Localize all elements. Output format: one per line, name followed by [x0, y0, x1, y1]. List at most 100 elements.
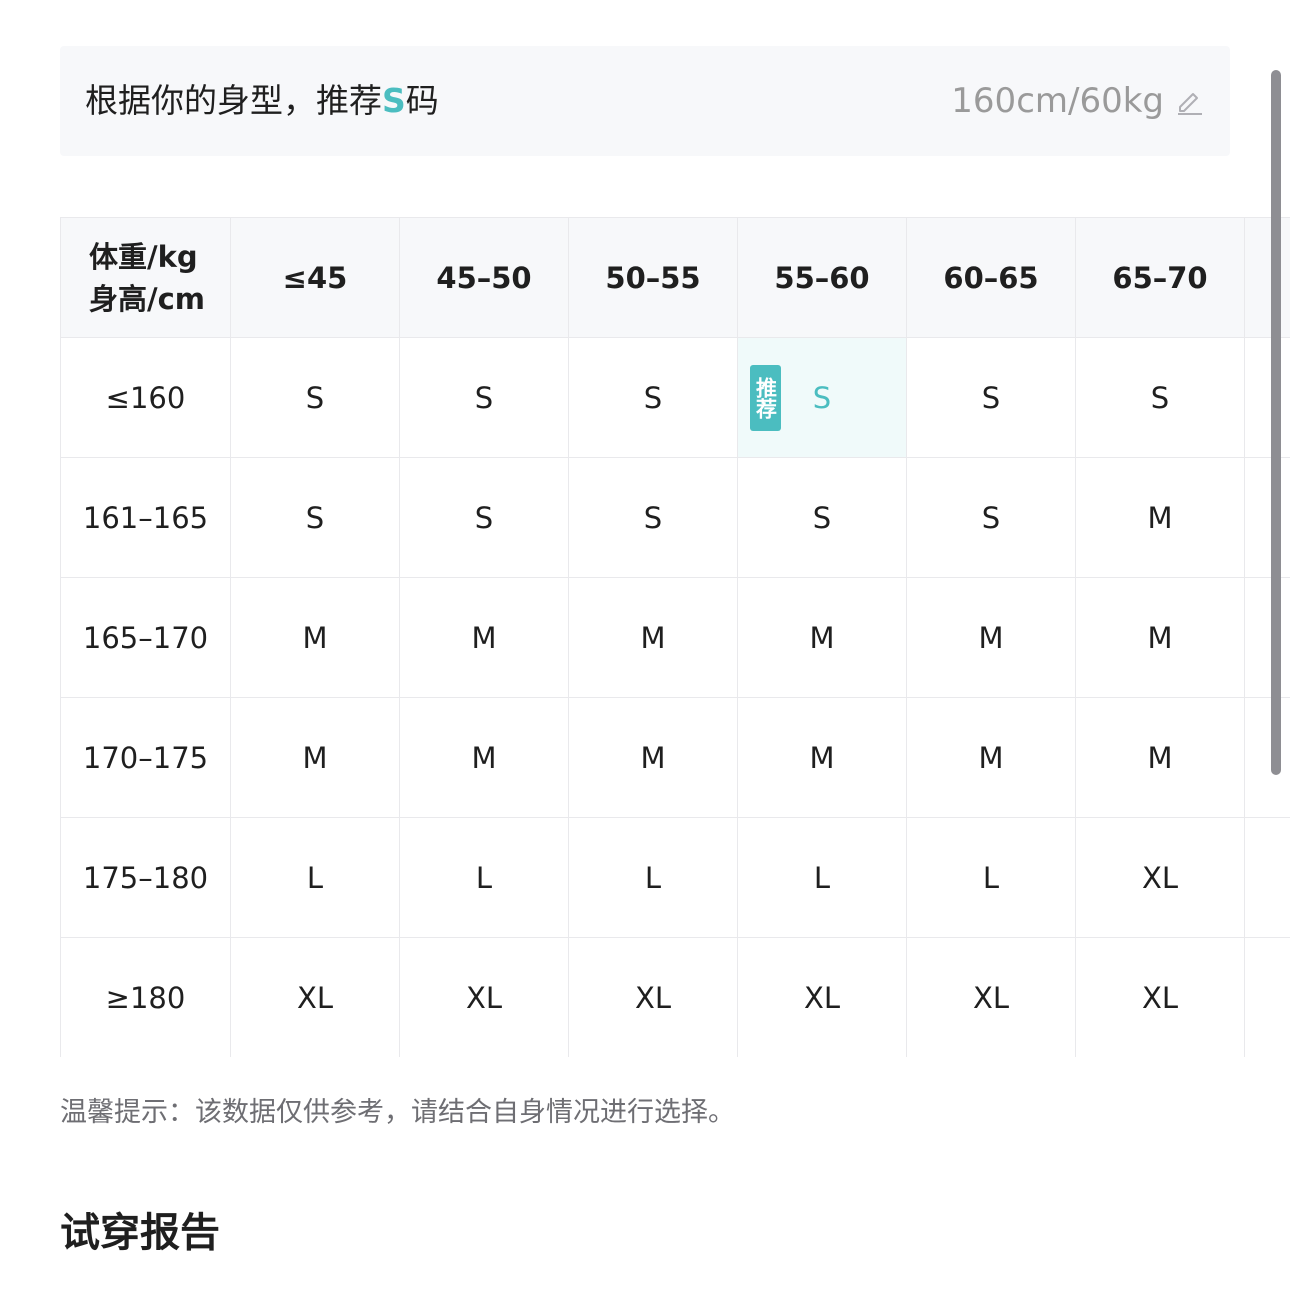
size-value: M	[1147, 620, 1173, 655]
size-cell: XL	[1076, 818, 1245, 938]
recommendation-suffix: 码	[405, 81, 439, 120]
weight-column-header: 45–50	[400, 218, 569, 338]
size-value: S	[812, 380, 832, 415]
size-cell: M	[738, 698, 907, 818]
size-value: XL	[972, 980, 1010, 1015]
recommended-badge: 推荐	[750, 365, 781, 431]
size-cell: L	[569, 818, 738, 938]
size-value: S	[1150, 380, 1170, 415]
pencil-icon[interactable]	[1174, 86, 1204, 116]
recommended-size-cell: 推荐 S	[738, 338, 907, 458]
size-cell: S	[400, 338, 569, 458]
size-value: M	[978, 620, 1004, 655]
size-cell: M	[400, 578, 569, 698]
size-value: M	[978, 740, 1004, 775]
size-cell: M	[1076, 458, 1245, 578]
size-cell: L	[907, 818, 1076, 938]
size-cell: M	[1076, 578, 1245, 698]
size-value: M	[471, 620, 497, 655]
weight-axis-label: 体重/kg	[89, 239, 198, 274]
size-value: XL	[465, 980, 503, 1015]
size-value: S	[981, 380, 1001, 415]
recommendation-text: 根据你的身型，推荐S码	[85, 46, 439, 156]
size-cell	[1245, 458, 1290, 578]
size-value: M	[640, 740, 666, 775]
size-cell	[1245, 338, 1290, 458]
weight-column-header: ≤45	[231, 218, 400, 338]
size-value: L	[982, 860, 1000, 895]
size-value: S	[305, 500, 325, 535]
height-row-header: ≤160	[61, 338, 231, 458]
size-value: L	[813, 860, 831, 895]
scrollbar[interactable]	[1271, 70, 1281, 775]
size-cell: S	[569, 338, 738, 458]
recommended-size: S	[382, 81, 406, 120]
size-cell: M	[907, 578, 1076, 698]
weight-column-header: 7	[1245, 218, 1290, 338]
size-value: XL	[803, 980, 841, 1015]
size-chart-viewport[interactable]: 体重/kg 身高/cm ≤4545–5050–5555–6060–6565–707 ≤…	[60, 217, 1290, 1057]
weight-column-header: 65–70	[1076, 218, 1245, 338]
tip-text: 温馨提示：该数据仅供参考，请结合自身情况进行选择。	[60, 1097, 735, 1128]
size-value: S	[474, 500, 494, 535]
size-value: M	[1147, 500, 1173, 535]
size-value: S	[474, 380, 494, 415]
size-cell: S	[231, 458, 400, 578]
size-cell: M	[231, 698, 400, 818]
size-cell: M	[569, 578, 738, 698]
size-cell: S	[569, 458, 738, 578]
size-value: XL	[1141, 860, 1179, 895]
size-cell: S	[907, 338, 1076, 458]
size-cell: S	[738, 458, 907, 578]
size-cell: M	[738, 578, 907, 698]
body-info-edit[interactable]: 160cm/60kg	[951, 46, 1204, 156]
size-cell: S	[1076, 338, 1245, 458]
size-cell: L	[738, 818, 907, 938]
size-value: M	[302, 740, 328, 775]
height-row-header: 165–170	[61, 578, 231, 698]
height-row-header: 170–175	[61, 698, 231, 818]
size-cell: M	[400, 698, 569, 818]
size-cell	[1245, 938, 1290, 1057]
size-value: L	[644, 860, 662, 895]
size-cell: M	[1076, 698, 1245, 818]
weight-column-header: 55–60	[738, 218, 907, 338]
size-value: XL	[634, 980, 672, 1015]
weight-column-header: 50–55	[569, 218, 738, 338]
size-value: S	[981, 500, 1001, 535]
size-value: XL	[296, 980, 334, 1015]
size-value: L	[306, 860, 324, 895]
size-value: M	[809, 740, 835, 775]
table-corner-header: 体重/kg 身高/cm	[61, 218, 231, 338]
size-cell: XL	[231, 938, 400, 1057]
size-cell: XL	[400, 938, 569, 1057]
recommendation-prefix: 根据你的身型，推荐	[85, 81, 382, 120]
size-value: M	[471, 740, 497, 775]
size-cell: S	[907, 458, 1076, 578]
size-value: S	[305, 380, 325, 415]
size-cell: XL	[569, 938, 738, 1057]
size-value: S	[643, 500, 663, 535]
size-value: M	[302, 620, 328, 655]
size-cell: L	[400, 818, 569, 938]
size-cell	[1245, 818, 1290, 938]
size-cell: M	[231, 578, 400, 698]
size-cell: S	[231, 338, 400, 458]
recommendation-banner: 根据你的身型，推荐S码 160cm/60kg	[60, 46, 1230, 156]
size-cell: M	[907, 698, 1076, 818]
size-cell	[1245, 698, 1290, 818]
height-row-header: 175–180	[61, 818, 231, 938]
size-value: M	[809, 620, 835, 655]
body-info-text[interactable]: 160cm/60kg	[951, 81, 1164, 121]
weight-column-header: 60–65	[907, 218, 1076, 338]
size-cell: M	[569, 698, 738, 818]
size-value: S	[643, 380, 663, 415]
size-chart-table: 体重/kg 身高/cm ≤4545–5050–5555–6060–6565–707 ≤…	[60, 217, 1290, 1057]
height-axis-label: 身高/cm	[89, 281, 206, 316]
size-value: S	[812, 500, 832, 535]
size-cell: S	[400, 458, 569, 578]
size-cell: XL	[907, 938, 1076, 1057]
size-value: L	[475, 860, 493, 895]
size-cell: L	[231, 818, 400, 938]
height-row-header: ≥180	[61, 938, 231, 1057]
